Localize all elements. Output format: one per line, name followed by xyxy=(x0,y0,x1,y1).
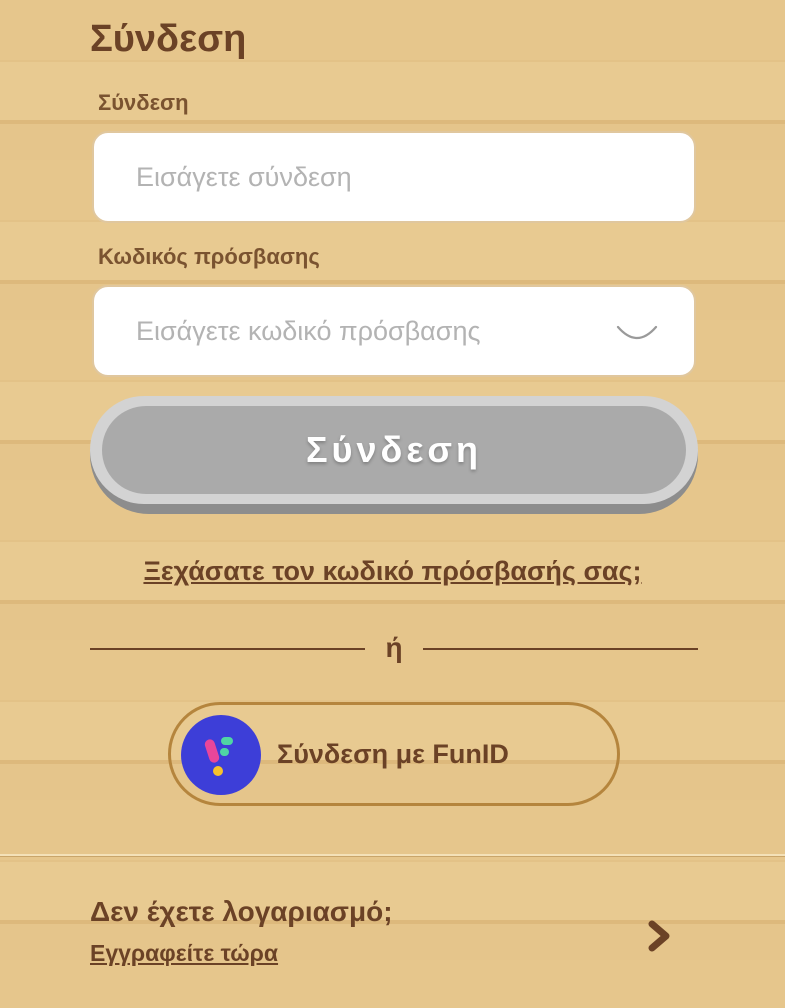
eye-closed-icon[interactable] xyxy=(616,323,658,345)
funid-button-label: Σύνδεση με FunID xyxy=(277,739,509,769)
divider-left xyxy=(90,648,365,650)
login-button-label: Σύνδεση xyxy=(102,406,686,494)
divider-right xyxy=(423,648,698,650)
login-button[interactable]: Σύνδεση xyxy=(90,396,698,514)
password-input[interactable] xyxy=(134,314,578,348)
no-account-text: Δεν έχετε λογαριασμό; xyxy=(90,896,393,927)
forgot-password-link[interactable]: Ξεχάσατε τον κωδικό πρόσβασής σας; xyxy=(0,556,785,587)
login-field-label: Σύνδεση xyxy=(98,90,189,115)
login-field[interactable] xyxy=(92,131,696,223)
register-link[interactable]: Εγγραφείτε τώρα xyxy=(90,940,278,967)
login-input[interactable] xyxy=(134,160,578,194)
funid-logo-icon xyxy=(181,715,261,795)
login-button-rim: Σύνδεση xyxy=(90,396,698,504)
password-field[interactable] xyxy=(92,285,696,377)
divider-label: ή xyxy=(385,632,403,663)
password-field-label: Κωδικός πρόσβασης xyxy=(98,244,320,269)
page-title: Σύνδεση xyxy=(90,18,247,60)
funid-button[interactable]: Σύνδεση με FunID xyxy=(168,702,620,806)
chevron-right-icon[interactable] xyxy=(644,920,674,952)
footer-separator-shadow xyxy=(0,856,785,857)
